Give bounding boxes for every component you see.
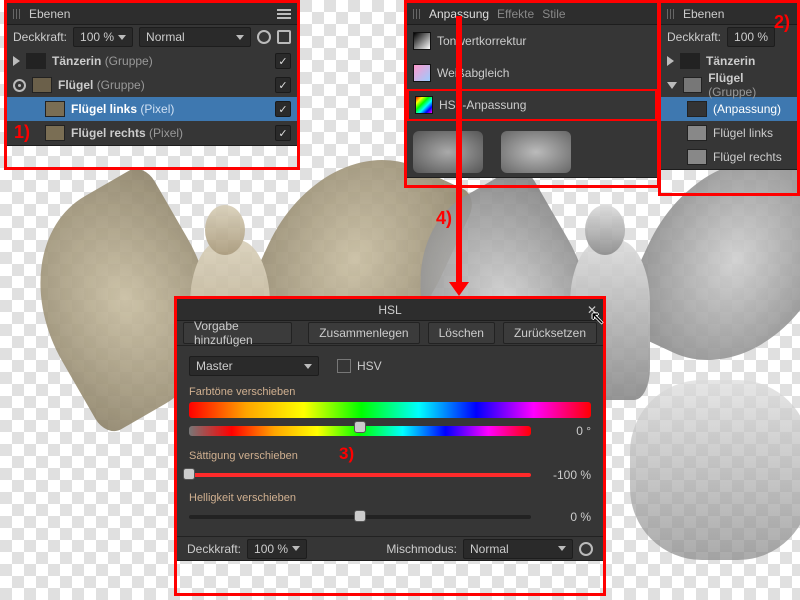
visibility-checkbox[interactable] xyxy=(275,53,291,69)
hsl-dialog: HSL ✕ Vorgabe hinzufügen Zusammenlegen L… xyxy=(176,298,604,561)
menu-icon[interactable] xyxy=(277,9,291,19)
gear-icon[interactable] xyxy=(579,542,593,556)
gear-icon[interactable] xyxy=(257,30,271,44)
luminosity-value[interactable]: 0 % xyxy=(541,510,591,524)
hue-slider[interactable] xyxy=(189,426,531,436)
annotation-4: 4) xyxy=(436,208,452,229)
tab-effects[interactable]: Effekte xyxy=(497,7,534,21)
luminosity-slider[interactable] xyxy=(189,515,531,519)
saturation-slider[interactable] xyxy=(189,473,531,477)
layer-thumb xyxy=(32,77,52,93)
layer-row[interactable]: Flügel links xyxy=(661,121,797,145)
layer-thumb xyxy=(45,125,65,141)
levels-icon xyxy=(413,32,431,50)
preview-thumb[interactable] xyxy=(413,131,483,173)
hsl-opacity-field[interactable]: 100 % xyxy=(247,539,307,559)
disclosure-icon[interactable] xyxy=(13,56,20,66)
disclosure-icon xyxy=(667,56,674,66)
hue-label: Farbtöne verschieben xyxy=(189,386,591,398)
saturation-label: Sättigung verschieben xyxy=(189,450,298,462)
hsv-checkbox[interactable] xyxy=(337,359,351,373)
disclosure-icon xyxy=(667,82,677,89)
lock-icon[interactable] xyxy=(277,30,291,44)
layer-row-selected[interactable]: Flügel links (Pixel) xyxy=(7,97,297,121)
opacity-field[interactable]: 100 % xyxy=(727,27,775,47)
hue-value[interactable]: 0 ° xyxy=(541,424,591,438)
hsl-blend-field[interactable]: Normal xyxy=(463,539,573,559)
dialog-title: HSL xyxy=(378,303,401,317)
preview-thumb[interactable] xyxy=(501,131,571,173)
wb-icon xyxy=(413,64,431,82)
opacity-label: Deckkraft: xyxy=(13,30,67,44)
tab-styles[interactable]: Stile xyxy=(542,7,565,21)
layer-thumb xyxy=(26,53,46,69)
visibility-checkbox[interactable] xyxy=(275,125,291,141)
adjustment-item-hsl[interactable]: HSL-Anpassung xyxy=(407,89,657,121)
adjustments-panel: Anpassung Effekte Stile Tonwertkorrektur… xyxy=(406,2,658,178)
annotation-1: 1) xyxy=(14,122,30,143)
blend-field[interactable]: Normal xyxy=(139,27,251,47)
merge-button[interactable]: Zusammenlegen xyxy=(308,322,419,344)
luminosity-label: Helligkeit verschieben xyxy=(189,492,591,504)
layer-thumb xyxy=(45,101,65,117)
layer-row[interactable]: Tänzerin xyxy=(661,49,797,73)
visibility-checkbox[interactable] xyxy=(275,77,291,93)
layer-row-selected[interactable]: (Anpassung) xyxy=(661,97,797,121)
layer-row[interactable]: Flügel rechts (Pixel) xyxy=(7,121,297,145)
adjustment-item[interactable]: Tonwertkorrektur xyxy=(407,25,657,57)
annotation-3: 3) xyxy=(339,444,354,464)
adjustment-item[interactable]: Weißabgleich xyxy=(407,57,657,89)
reset-button[interactable]: Zurücksetzen xyxy=(503,322,597,344)
layer-row[interactable]: Flügel (Gruppe) xyxy=(661,73,797,97)
cursor-icon: ↖ xyxy=(590,308,605,329)
layer-row[interactable]: Flügel rechts xyxy=(661,145,797,169)
channel-select[interactable]: Master xyxy=(189,356,319,376)
hue-bar xyxy=(189,402,591,418)
visibility-checkbox[interactable] xyxy=(275,101,291,117)
layers-panel-left: Ebenen Deckkraft: 100 % Normal Tänzerin … xyxy=(6,2,298,146)
hsv-label: HSV xyxy=(357,359,382,373)
hsl-icon xyxy=(415,96,433,114)
saturation-value[interactable]: -100 % xyxy=(541,468,591,482)
delete-button[interactable]: Löschen xyxy=(428,322,495,344)
layer-row[interactable]: Tänzerin (Gruppe) xyxy=(7,49,297,73)
annotation-2: 2) xyxy=(774,12,790,33)
add-preset-button[interactable]: Vorgabe hinzufügen xyxy=(183,322,292,344)
opacity-field[interactable]: 100 % xyxy=(73,27,133,47)
layer-row[interactable]: Flügel (Gruppe) xyxy=(7,73,297,97)
panel-title: Ebenen xyxy=(29,7,70,21)
